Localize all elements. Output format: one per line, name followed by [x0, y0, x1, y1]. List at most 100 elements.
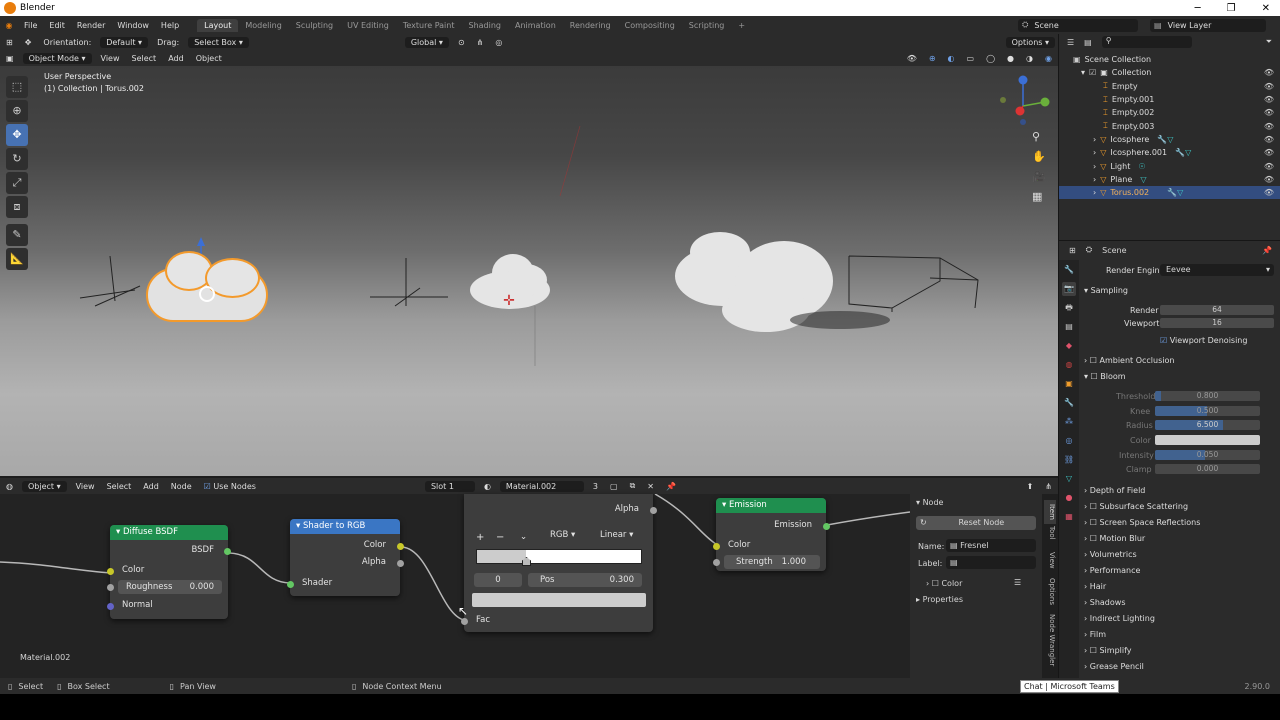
tab-texture-paint[interactable]: Texture Paint: [396, 19, 462, 32]
node-header[interactable]: ▾ Emission: [716, 498, 826, 513]
ambient-occlusion-section[interactable]: › ☐ Ambient Occlusion: [1084, 356, 1174, 365]
tab-rendering[interactable]: Rendering: [563, 19, 618, 32]
shader-input-socket[interactable]: [287, 581, 294, 588]
bloom-threshold-field[interactable]: 0.800: [1155, 391, 1260, 401]
motion-blur-section[interactable]: › ☐ Motion Blur: [1084, 534, 1145, 543]
pin-icon[interactable]: 📌: [1262, 246, 1272, 255]
close-button[interactable]: ✕: [1262, 3, 1270, 14]
render-engine-dropdown[interactable]: Eevee ▾: [1160, 264, 1274, 276]
pin-icon[interactable]: 📌: [660, 481, 682, 492]
node-menu-node[interactable]: Node: [165, 481, 198, 492]
outliner-item-plane[interactable]: › ▽ Plane ▽ 👁: [1059, 173, 1280, 186]
menu-file[interactable]: File: [18, 21, 43, 30]
material-users-count[interactable]: 3: [587, 481, 604, 492]
node-menu-view[interactable]: View: [70, 481, 101, 492]
bsdf-output-socket[interactable]: [224, 548, 231, 555]
pan-hand-icon[interactable]: ✋: [1032, 150, 1050, 170]
camera-icon[interactable]: 🎥: [1032, 170, 1050, 190]
move-icon[interactable]: ✥: [6, 124, 28, 146]
outliner-item-empty-001[interactable]: ⌶ Empty.001 👁: [1059, 93, 1280, 106]
physics-tab-icon[interactable]: ◎: [1062, 434, 1076, 448]
tab-shading[interactable]: Shading: [461, 19, 508, 32]
scene-tab-icon[interactable]: ◆: [1062, 339, 1076, 353]
node-header[interactable]: ▾ Shader to RGB: [290, 519, 400, 534]
roughness-input-socket[interactable]: [107, 584, 114, 591]
viewport-menu-select[interactable]: Select: [126, 53, 163, 64]
bloom-color-swatch[interactable]: [1155, 435, 1260, 445]
particles-tab-icon[interactable]: ⁂: [1062, 415, 1076, 429]
bloom-clamp-field[interactable]: 0.000: [1155, 464, 1260, 474]
eye-icon[interactable]: 👁: [1264, 162, 1274, 171]
backdrop-icon[interactable]: ⬆: [1021, 481, 1040, 492]
bloom-radius-field[interactable]: 6.500: [1155, 420, 1260, 430]
viewport-samples-field[interactable]: 16: [1160, 318, 1274, 328]
measure-icon[interactable]: 📐: [6, 248, 28, 270]
emission-output-socket[interactable]: [823, 523, 830, 530]
editor-type-icon[interactable]: ⊞: [0, 37, 19, 48]
tab-scripting[interactable]: Scripting: [682, 19, 732, 32]
outliner-collection[interactable]: ▾ ☑ ▣ Collection 👁: [1059, 66, 1280, 79]
move-tool-icon[interactable]: ✥: [19, 37, 38, 48]
snap-icon[interactable]: ⋔: [471, 37, 490, 48]
stop-color-swatch[interactable]: [472, 593, 646, 607]
outliner-scene-collection[interactable]: ▣ Scene Collection: [1059, 53, 1280, 66]
blender-menu-icon[interactable]: ◉: [0, 21, 18, 30]
cursor-icon[interactable]: ⊕: [6, 100, 28, 122]
node-name-field[interactable]: ▤ Fresnel: [946, 539, 1036, 552]
color-input-socket[interactable]: [713, 543, 720, 550]
filter-icon[interactable]: ⏷: [1266, 37, 1272, 47]
node-label-field[interactable]: ▤: [946, 556, 1036, 569]
shading-rendered-icon[interactable]: ◉: [1039, 53, 1058, 64]
outliner-search-input[interactable]: ⚲: [1101, 36, 1192, 48]
outliner-item-empty-003[interactable]: ⌶ Empty.003 👁: [1059, 119, 1280, 132]
menu-edit[interactable]: Edit: [43, 21, 71, 30]
xray-icon[interactable]: ▭: [961, 53, 981, 64]
display-mode-icon[interactable]: ▤: [1084, 38, 1092, 47]
shading-material-icon[interactable]: ◑: [1020, 53, 1039, 64]
menu-window[interactable]: Window: [111, 21, 155, 30]
expand-icon[interactable]: ›: [1093, 135, 1096, 144]
tab-options[interactable]: Options: [1044, 578, 1056, 608]
view-layer-tab-icon[interactable]: ▤: [1062, 320, 1076, 334]
color-input-socket[interactable]: [107, 568, 114, 575]
unlink-icon[interactable]: ✕: [641, 481, 660, 492]
bloom-intensity-field[interactable]: 0.050: [1155, 450, 1260, 460]
texture-tab-icon[interactable]: ▦: [1062, 510, 1076, 524]
outliner-item-empty[interactable]: ⌶ Empty 👁: [1059, 80, 1280, 93]
color-ramp-node[interactable]: Alpha + − ⌄ RGB ▾ Linear ▾ 0 Pos 0.300 F…: [461, 494, 657, 632]
remove-stop-button[interactable]: −: [496, 532, 504, 543]
stop-position-field[interactable]: Pos 0.300: [528, 573, 642, 587]
shading-wire-icon[interactable]: ◯: [980, 53, 1001, 64]
eye-icon[interactable]: 👁: [1264, 95, 1274, 104]
world-tab-icon[interactable]: ◍: [1062, 358, 1076, 372]
color-mode-dropdown[interactable]: RGB ▾: [544, 530, 594, 543]
render-samples-field[interactable]: 64: [1160, 305, 1274, 315]
navigation-gizmo[interactable]: [995, 72, 1051, 132]
options-dropdown[interactable]: Options ▾: [1005, 36, 1055, 48]
node-menu-add[interactable]: Add: [137, 481, 165, 492]
add-stop-button[interactable]: +: [476, 532, 484, 543]
shader-to-rgb-node[interactable]: ▾ Shader to RGB Color Alpha Shader: [287, 519, 404, 596]
menu-render[interactable]: Render: [71, 21, 111, 30]
properties-editor-icon[interactable]: ⊞: [1069, 246, 1076, 255]
visibility-icon[interactable]: 👁: [901, 53, 923, 64]
checkbox-icon[interactable]: ☑: [1089, 68, 1096, 77]
stop-index-field[interactable]: 0: [474, 573, 522, 587]
outliner-editor-icon[interactable]: ☰: [1067, 38, 1074, 47]
fac-input-socket[interactable]: [461, 618, 468, 625]
expand-icon[interactable]: ▾: [1081, 68, 1085, 77]
object-mode-dropdown[interactable]: Object Mode ▾: [22, 52, 92, 64]
viewport-menu-object[interactable]: Object: [190, 53, 228, 64]
snap-icon[interactable]: ⋔: [1039, 481, 1058, 492]
gizmo-icon[interactable]: ⊕: [923, 53, 942, 64]
scale-icon[interactable]: ⤢: [6, 172, 28, 194]
tab-animation[interactable]: Animation: [508, 19, 563, 32]
node-editor-icon[interactable]: ◍: [0, 481, 19, 492]
slot-dropdown[interactable]: Slot 1: [424, 480, 475, 492]
add-workspace-icon[interactable]: +: [731, 19, 752, 32]
3d-viewport[interactable]: User Perspective (1) Collection | Torus.…: [0, 66, 1058, 476]
strength-input-socket[interactable]: [713, 559, 720, 566]
node-header[interactable]: ▾ Diffuse BSDF: [110, 525, 228, 540]
properties-subpanel[interactable]: ▸ Properties: [916, 595, 963, 604]
interpolation-dropdown[interactable]: Linear ▾: [596, 530, 646, 543]
